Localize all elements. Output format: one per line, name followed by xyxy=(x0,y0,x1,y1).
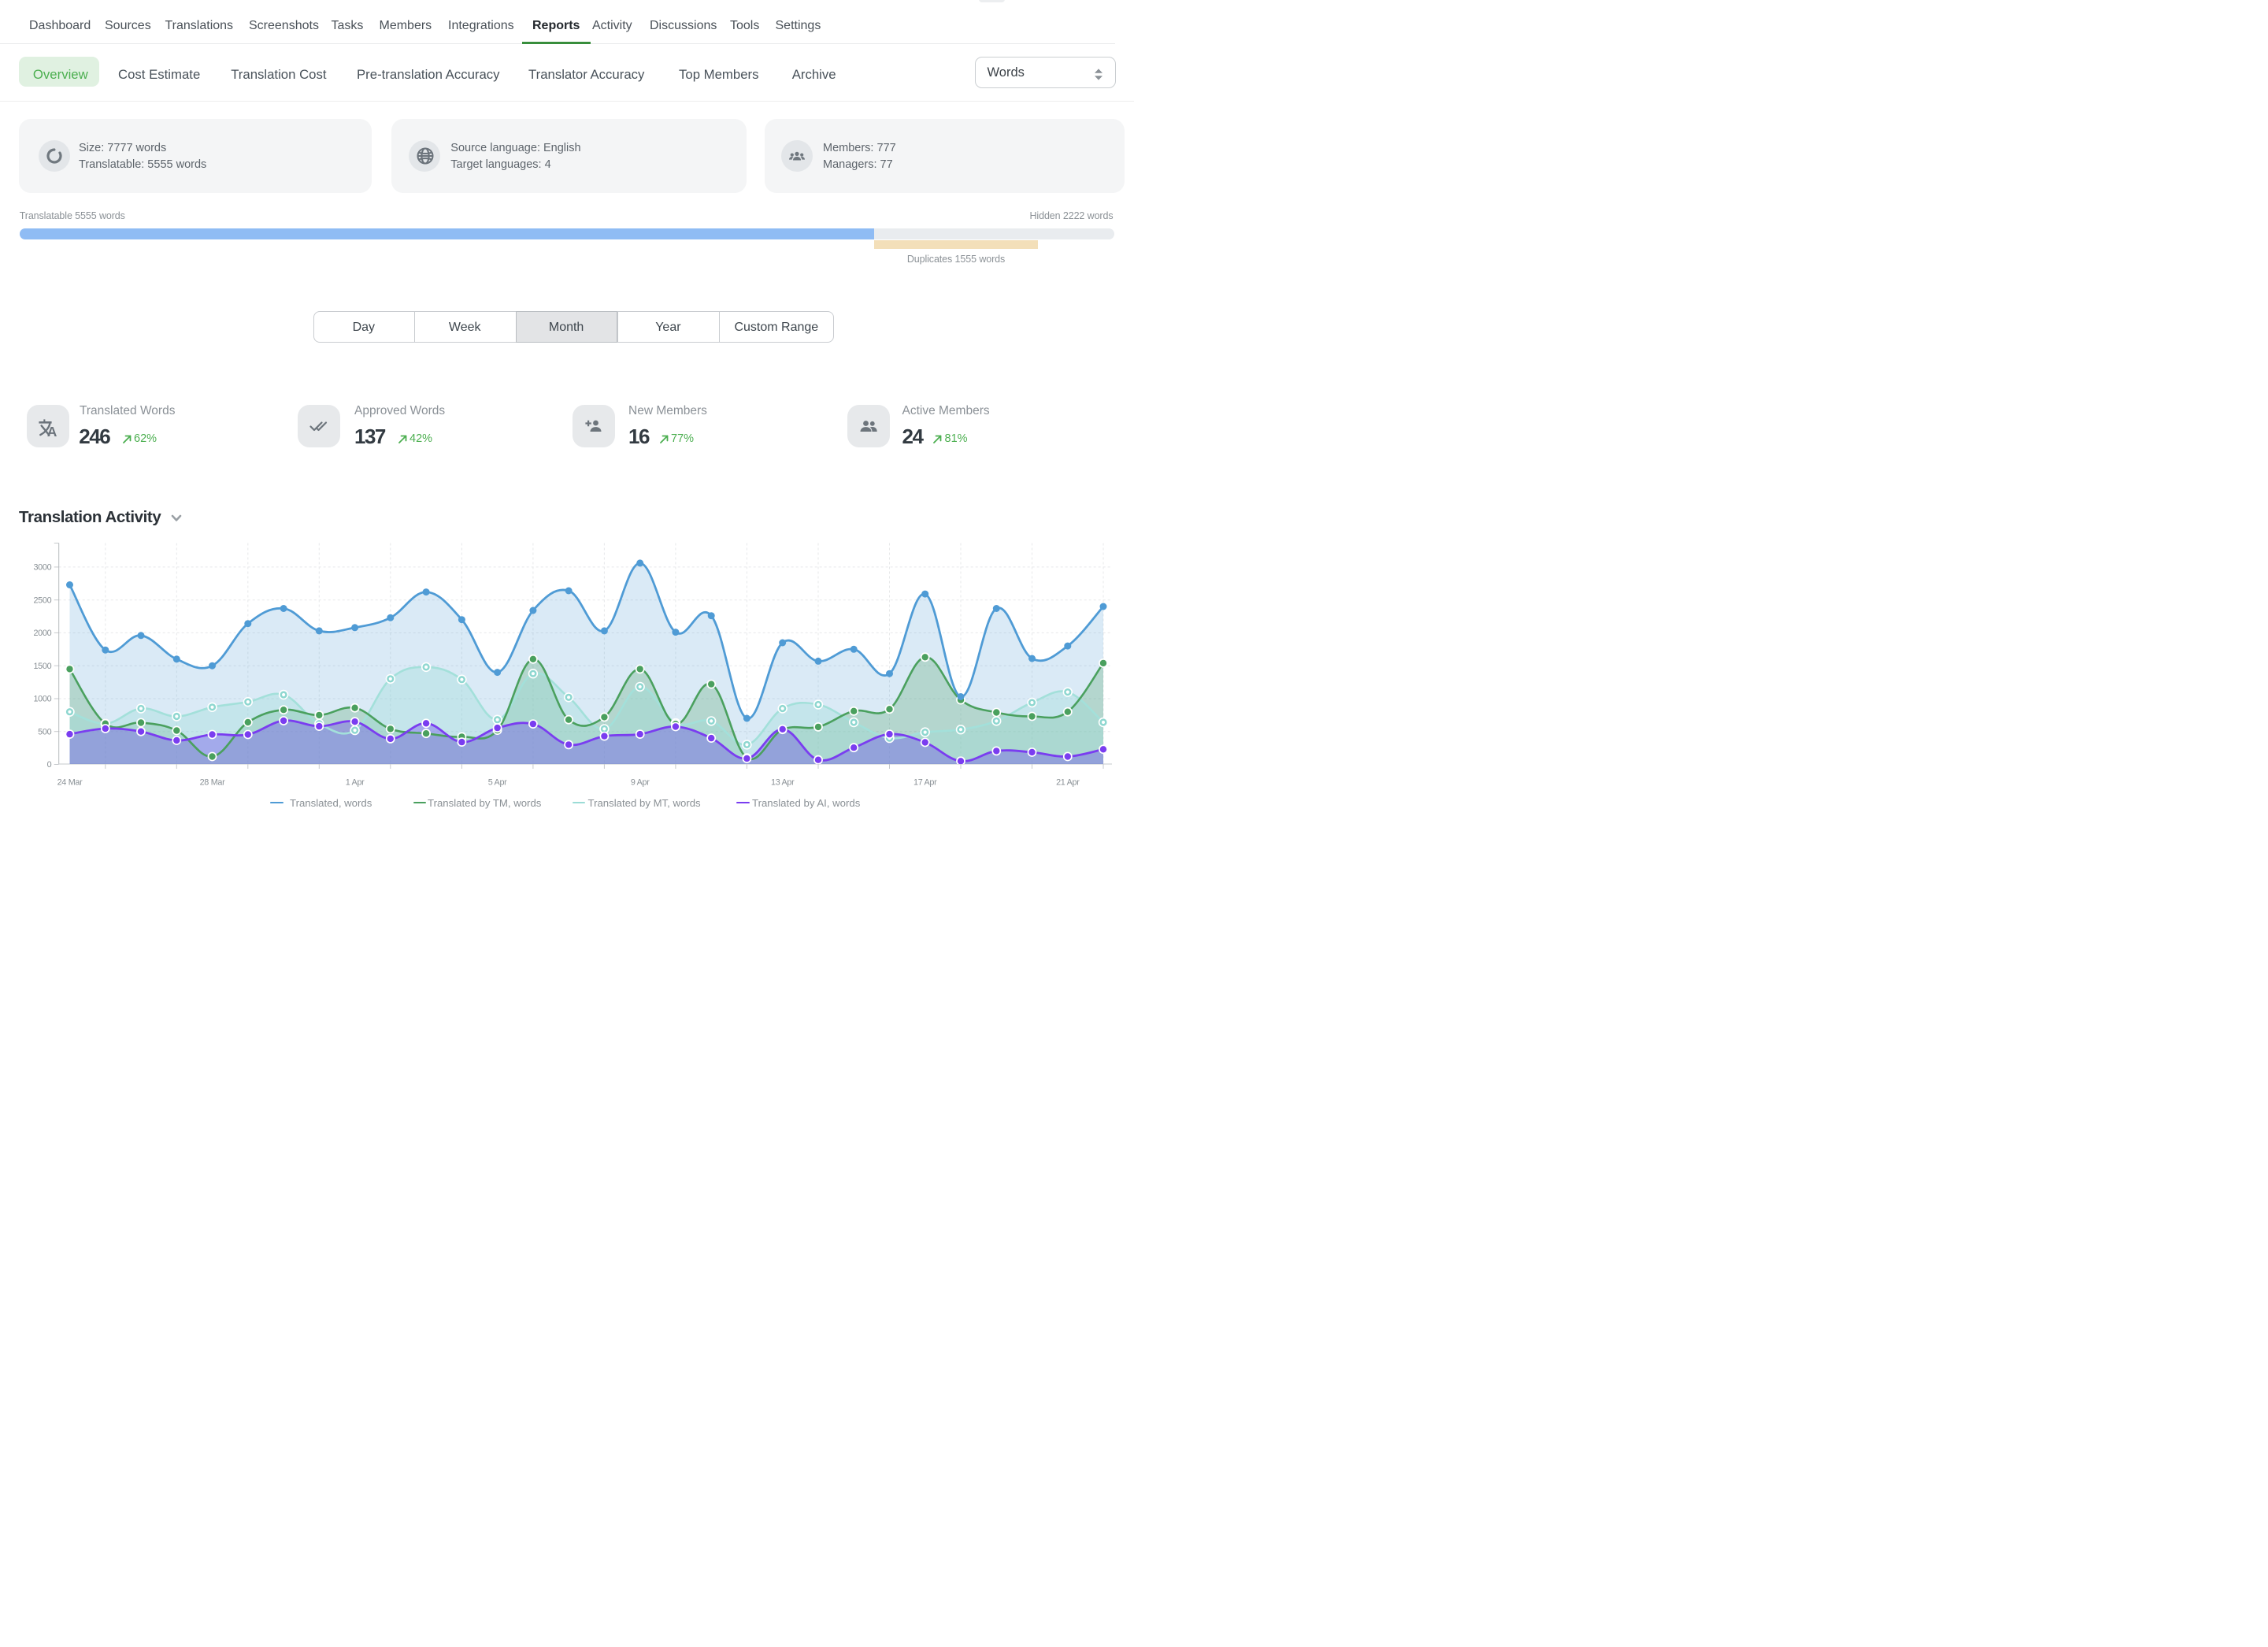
svg-text:3000: 3000 xyxy=(33,563,51,573)
svg-text:1000: 1000 xyxy=(33,695,51,704)
svg-text:24 Mar: 24 Mar xyxy=(57,778,83,788)
svg-text:1500: 1500 xyxy=(33,662,51,671)
svg-text:500: 500 xyxy=(38,727,51,736)
svg-text:9 Apr: 9 Apr xyxy=(631,778,650,788)
svg-text:1 Apr: 1 Apr xyxy=(346,778,365,788)
svg-text:0: 0 xyxy=(47,760,52,770)
svg-text:28 Mar: 28 Mar xyxy=(200,778,226,788)
svg-text:17 Apr: 17 Apr xyxy=(914,778,937,788)
svg-text:2000: 2000 xyxy=(33,629,51,638)
svg-text:A: A xyxy=(46,424,56,437)
svg-text:2500: 2500 xyxy=(33,595,51,605)
svg-text:5 Apr: 5 Apr xyxy=(488,778,507,788)
svg-text:13 Apr: 13 Apr xyxy=(771,778,795,788)
svg-text:21 Apr: 21 Apr xyxy=(1056,778,1080,788)
